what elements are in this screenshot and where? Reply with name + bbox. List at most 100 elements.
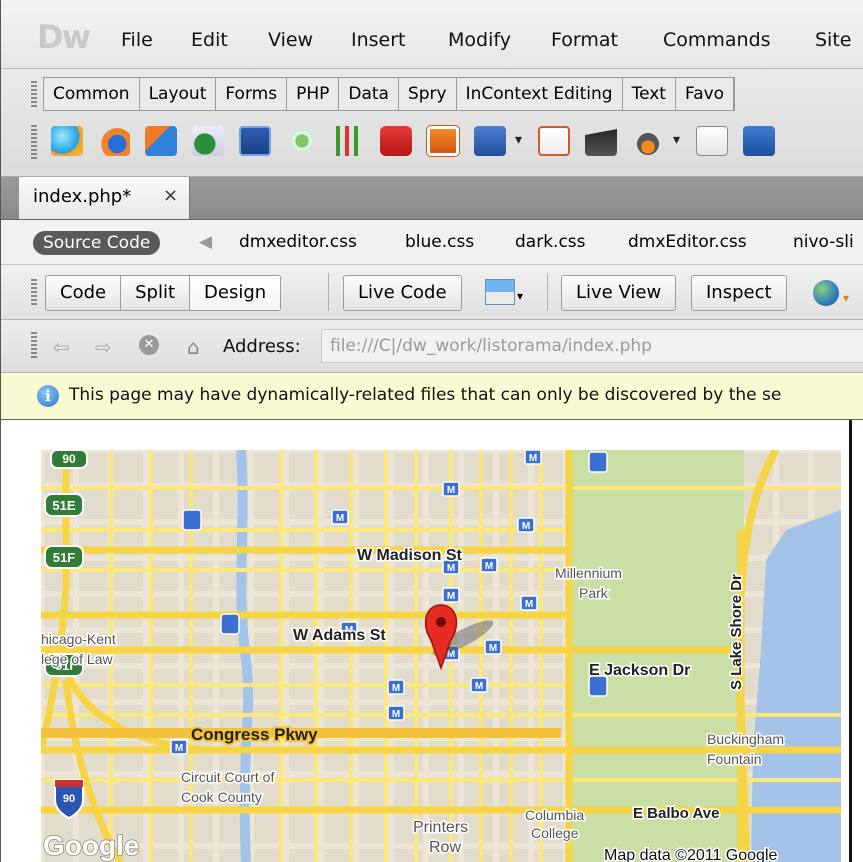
flash-icon[interactable] [380, 126, 412, 156]
chevron-down-icon[interactable]: ▾ [843, 291, 849, 305]
insert-icons-row [51, 119, 790, 163]
chart-icon[interactable] [333, 126, 365, 156]
dreamweaver-window: Dw File Edit View Insert Modify Format C… [0, 0, 863, 862]
menu-insert[interactable]: Insert [351, 29, 406, 51]
insert-icons-grip[interactable] [31, 125, 37, 159]
svg-text:M: M [485, 561, 493, 572]
place-label: Buckingham [707, 731, 784, 747]
toolbar-divider [547, 273, 548, 311]
menu-format[interactable]: Format [551, 29, 618, 51]
svg-text:M: M [392, 709, 400, 720]
audio-icon[interactable] [632, 126, 680, 156]
tab-layout[interactable]: Layout [140, 78, 217, 110]
address-bar: ⇦ ⇨ ✕ ⌂ Address: file:///C|/dw_work/list… [1, 320, 863, 373]
svg-text:M: M [475, 681, 483, 692]
scroll-left-icon[interactable]: ◀ [199, 232, 212, 252]
address-bar-grip[interactable] [31, 332, 37, 360]
shield-label: 51E [52, 498, 75, 513]
more-icon[interactable] [743, 126, 775, 156]
media-icon[interactable] [192, 126, 224, 156]
chevron-down-icon[interactable]: ▾ [517, 289, 523, 303]
video-icon[interactable] [585, 129, 617, 156]
live-view-button[interactable]: Live View [561, 275, 677, 311]
related-file-blue[interactable]: blue.css [405, 232, 474, 252]
svg-text:M: M [447, 563, 455, 574]
view-mode-switch: Code Split Design [45, 275, 282, 311]
info-message[interactable]: This page may have dynamically-related f… [69, 385, 781, 405]
menu-view[interactable]: View [268, 29, 313, 51]
svg-text:M: M [447, 591, 455, 602]
insert-panel: Common Layout Forms PHP Data Spry InCont… [1, 69, 863, 177]
design-view-button[interactable]: Design [190, 276, 281, 310]
shield-label: 90 [62, 452, 76, 466]
menu-bar: Dw File Edit View Insert Modify Format C… [1, 0, 863, 69]
tab-forms[interactable]: Forms [216, 78, 288, 110]
google-map[interactable]: 90 51E 51F 51I 90 M M M M M M M M M M M … [41, 450, 841, 862]
related-file-dmxeditor[interactable]: dmxeditor.css [239, 232, 357, 252]
page-edge [849, 420, 852, 862]
document-tab-label: index.php* [33, 186, 132, 207]
code-view-button[interactable]: Code [46, 276, 122, 310]
social-icon[interactable] [145, 126, 177, 156]
map-attribution: Map data ©2011 Google [604, 847, 777, 862]
menu-modify[interactable]: Modify [448, 29, 511, 51]
template-icon[interactable] [696, 126, 728, 156]
widget-icon[interactable] [51, 126, 83, 156]
tab-text[interactable]: Text [623, 78, 676, 110]
inspect-button[interactable]: Inspect [691, 275, 787, 311]
split-view-button[interactable]: Split [121, 276, 191, 310]
tab-spry[interactable]: Spry [399, 78, 457, 110]
place-label: Circuit Court of [181, 769, 274, 785]
tab-data[interactable]: Data [339, 78, 399, 110]
slideshow-icon[interactable] [474, 126, 522, 156]
check-browser-icon[interactable] [485, 279, 515, 305]
tab-common[interactable]: Common [44, 78, 140, 110]
globe-icon[interactable] [813, 280, 839, 306]
related-files-bar: Source Code ◀ dmxeditor.css blue.css dar… [1, 220, 863, 265]
info-bar: i This page may have dynamically-related… [1, 373, 863, 420]
live-code-button[interactable]: Live Code [343, 275, 462, 311]
back-icon[interactable]: ⇦ [53, 335, 70, 359]
forward-icon[interactable]: ⇨ [95, 335, 112, 359]
place-label: Millennium [555, 565, 622, 581]
user-icon[interactable] [98, 126, 130, 156]
place-label: Cook County [181, 789, 262, 805]
home-icon[interactable]: ⌂ [187, 335, 200, 359]
document-tab-index[interactable]: index.php* × [19, 177, 190, 219]
tab-incontext-editing[interactable]: InContext Editing [457, 78, 623, 110]
street-label: Congress Pkwy [191, 725, 318, 744]
menu-site[interactable]: Site [815, 29, 851, 51]
place-label: Park [579, 585, 609, 601]
tab-favorites[interactable]: Favo [676, 78, 735, 110]
source-code-button[interactable]: Source Code [33, 231, 161, 255]
street-label: E Jackson Dr [589, 662, 690, 679]
address-input[interactable]: file:///C|/dw_work/listorama/index.php [321, 329, 863, 363]
svg-text:M: M [392, 683, 400, 694]
related-file-nivo-slider[interactable]: nivo-sli [793, 232, 854, 252]
image-icon[interactable] [239, 126, 271, 156]
place-label: Printers [413, 819, 468, 836]
document-toolbar-grip[interactable] [31, 279, 37, 307]
info-icon: i [37, 385, 59, 407]
menu-file[interactable]: File [121, 29, 153, 51]
svg-text:M: M [529, 453, 537, 464]
insert-category-tabs: Common Layout Forms PHP Data Spry InCont… [43, 77, 736, 111]
menu-edit[interactable]: Edit [191, 29, 228, 51]
calendar-icon[interactable] [426, 125, 460, 157]
place-label: College [531, 825, 579, 841]
street-label: E Balbo Ave [633, 805, 719, 822]
address-label: Address: [223, 336, 301, 357]
related-file-dmxEditor[interactable]: dmxEditor.css [628, 232, 747, 252]
design-view: 90 51E 51F 51I 90 M M M M M M M M M M M … [1, 420, 863, 862]
google-logo[interactable]: Google [42, 829, 140, 862]
form-icon[interactable] [538, 126, 570, 156]
place-label: Fountain [707, 751, 761, 767]
menu-commands[interactable]: Commands [663, 29, 771, 51]
tab-php[interactable]: PHP [287, 78, 340, 110]
close-icon[interactable]: × [163, 185, 178, 206]
gear-icon[interactable] [286, 126, 318, 156]
related-file-dark[interactable]: dark.css [515, 232, 586, 252]
place-label: lege of Law [41, 651, 113, 667]
stop-icon[interactable]: ✕ [139, 335, 159, 355]
insert-bar-grip[interactable] [31, 81, 37, 107]
